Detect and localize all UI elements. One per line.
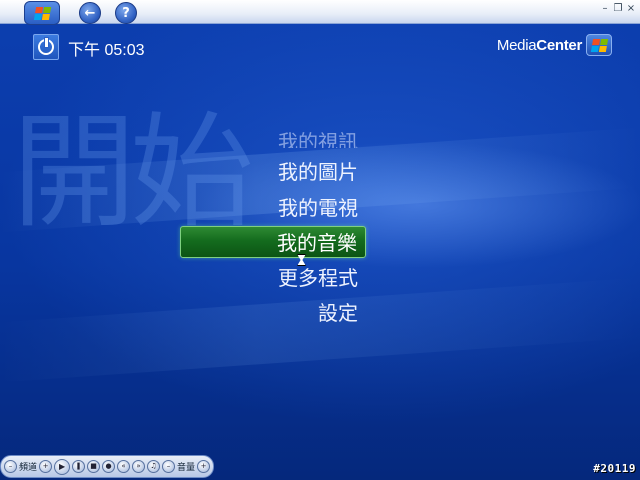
- volume-label: 音量: [177, 463, 196, 473]
- fast-forward-button[interactable]: »: [132, 460, 146, 473]
- brand-flag-icon: [586, 34, 612, 56]
- windows-flag-icon: [33, 6, 51, 20]
- help-icon: ?: [122, 5, 130, 21]
- rewind-button[interactable]: «: [117, 460, 131, 473]
- back-button[interactable]: ←: [79, 2, 101, 24]
- power-button[interactable]: [33, 34, 59, 60]
- brand-logo: MediaCenter: [497, 37, 582, 54]
- start-button[interactable]: [24, 1, 60, 25]
- channel-down-button[interactable]: –: [4, 460, 17, 473]
- pause-button[interactable]: ❚: [72, 460, 86, 473]
- channel-up-button[interactable]: +: [39, 460, 53, 473]
- close-icon[interactable]: ×: [626, 3, 636, 15]
- channel-label: 頻道: [19, 463, 38, 473]
- menu-item-my-tv[interactable]: 我的電視: [180, 192, 366, 224]
- title-bar: ← ? – ❐ ×: [0, 0, 640, 25]
- menu-item-more-programs[interactable]: 更多程式: [180, 262, 366, 294]
- brand-bold: Center: [536, 37, 582, 54]
- play-button[interactable]: ▶: [54, 458, 71, 475]
- help-button[interactable]: ?: [115, 2, 137, 24]
- clock: 下午 05:03: [68, 42, 145, 59]
- volume-down-button[interactable]: –: [162, 460, 176, 473]
- stop-button[interactable]: ■: [87, 460, 101, 473]
- mouse-cursor-icon: [297, 254, 306, 266]
- volume-up-button[interactable]: +: [197, 460, 211, 473]
- brand-light: Media: [496, 37, 537, 54]
- menu-item-my-pictures[interactable]: 我的圖片: [180, 156, 366, 188]
- window-controls: – ❐ ×: [600, 3, 636, 15]
- menu-item-settings[interactable]: 設定: [180, 297, 366, 329]
- back-arrow-icon: ←: [84, 5, 96, 21]
- mute-button[interactable]: ♫: [147, 460, 161, 473]
- power-icon: [38, 37, 54, 55]
- record-button[interactable]: ●: [102, 460, 116, 473]
- transport-controls: – 頻道 + ▶ ❚ ■ ● « » ♫ – 音量 +: [0, 455, 214, 478]
- minimize-icon[interactable]: –: [600, 3, 610, 15]
- menu-item-my-music[interactable]: 我的音樂: [180, 226, 366, 258]
- build-tag: #20119: [593, 462, 636, 475]
- restore-icon[interactable]: ❐: [613, 3, 623, 15]
- menu-item-my-videos[interactable]: 我的視訊: [180, 126, 366, 148]
